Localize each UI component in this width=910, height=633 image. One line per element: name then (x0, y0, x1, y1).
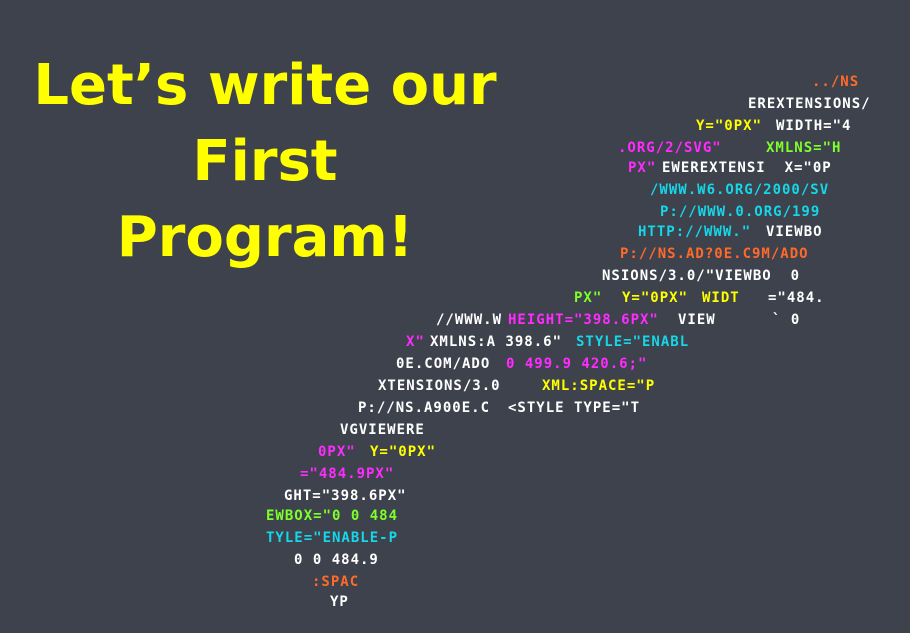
code-art-segment: NSIONS/3.0/"VIEWBO 0 (602, 268, 801, 284)
code-art-segment: EWEREXTENSI X="0P (662, 160, 832, 176)
code-art-segment: Y="0PX" (622, 290, 689, 306)
code-art-segment: Y="0PX" (370, 444, 437, 460)
code-art-segment: EREXTENSIONS/ (748, 96, 871, 112)
code-art-segment: ="484. (768, 290, 825, 306)
code-art-segment: /WWW.W6.ORG/2000/SV (650, 182, 830, 198)
code-art-segment: PX" (628, 160, 657, 176)
code-art-segment: WIDTH="4 (776, 118, 852, 134)
code-art-segment: VGVIEWERE (340, 422, 425, 438)
code-art-segment: HTTP://WWW." (638, 224, 752, 240)
code-art-segment: ../NS (812, 74, 860, 90)
code-art-segment: 0 0 484.9 (294, 552, 379, 568)
code-art-segment: P://WWW.0.ORG/199 (660, 204, 821, 220)
code-art-segment: XML:SPACE="P (542, 378, 656, 394)
code-art-segment: WIDT (702, 290, 740, 306)
code-art-segment: 0PX" (318, 444, 356, 460)
code-art-segment: XMLNS:A 398.6" (430, 334, 563, 350)
code-art-segment: VIEWBO (766, 224, 823, 240)
code-art-segment: :SPAC (312, 574, 360, 590)
code-art-pen-illustration: ../NS EREXTENSIONS/ Y="0PX" WIDTH="4 .OR… (0, 0, 910, 633)
code-art-segment: STYLE="ENABL (576, 334, 690, 350)
code-art-segment: ="484.9PX" (300, 466, 395, 482)
code-art-segment: 0 499.9 420.6;" (506, 356, 648, 372)
code-art-segment: .ORG/2/SVG" (618, 140, 722, 156)
code-art-segment: YP (330, 594, 349, 610)
code-art-segment: P://NS.AD?0E.C9M/ADO (620, 246, 809, 262)
code-art-segment: GHT="398.6PX" (284, 488, 407, 504)
code-art-segment: XMLNS="H (766, 140, 842, 156)
code-art-segment: PX" (574, 290, 603, 306)
code-art-segment: TYLE="ENABLE-P (266, 530, 399, 546)
code-art-segment: Y="0PX" (696, 118, 763, 134)
code-art-segment: P://NS.A900E.C (358, 400, 491, 416)
code-art-segment: HEIGHT="398.6PX" (508, 312, 659, 328)
code-art-segment: 0E.COM/ADO (396, 356, 491, 372)
code-art-segment: VIEW (678, 312, 716, 328)
code-art-segment: EWBOX="0 0 484 (266, 508, 399, 524)
code-art-segment: ` 0 (772, 312, 801, 328)
code-art-segment: <STYLE TYPE="T (508, 400, 641, 416)
code-art-segment: X" (406, 334, 425, 350)
code-art-segment: //WWW.W (436, 312, 503, 328)
code-art-segment: XTENSIONS/3.0 (378, 378, 501, 394)
